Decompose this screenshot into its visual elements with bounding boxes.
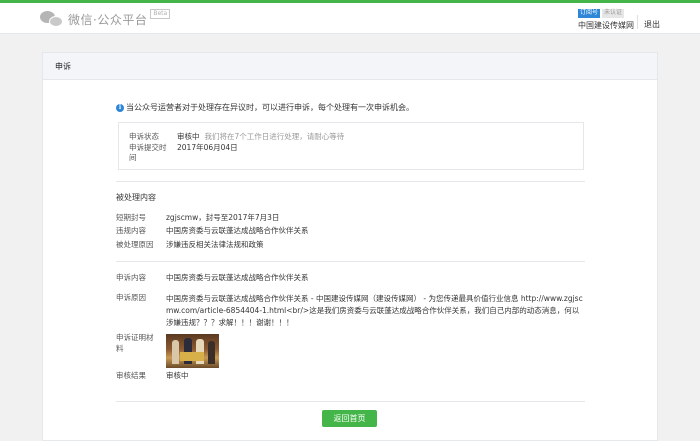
- submit-time-label: 申诉提交时间: [129, 143, 167, 162]
- appeal-status-box: 申诉状态 审核中 我们将在7个工作日进行处理，请耐心等待 申诉提交时间 2017年…: [118, 122, 584, 170]
- top-header: 微信·公众平台 Beta 订阅号 未认证 中国建设传媒网 退出: [0, 3, 700, 34]
- submit-time-value: 2017年06月04日: [177, 143, 238, 152]
- appeal-content-label: 申诉内容: [116, 273, 146, 282]
- evidence-photo[interactable]: [166, 334, 219, 368]
- notice-text: 当公众号运营者对于处理存在异议时，可以进行申诉，每个处理有一次申诉机会。: [126, 103, 414, 112]
- back-home-button[interactable]: 返回首页: [322, 410, 377, 427]
- violation-content-link[interactable]: 中国房资委与云联蓬达成战略合作伙伴关系: [166, 226, 309, 236]
- subscription-badge: 订阅号: [578, 9, 601, 18]
- logo-text: 微信·公众平台: [68, 12, 148, 27]
- processed-reason-label: 被处理原因: [116, 240, 154, 249]
- ban-value: zgjscmw，封号至2017年7月3日: [166, 213, 280, 222]
- appeal-reason-text: 中国房资委与云联蓬达成战略合作伙伴关系 - 中国建设传媒网（建设传媒网） - 为…: [166, 294, 583, 327]
- account-name[interactable]: 中国建设传媒网: [578, 20, 634, 31]
- evidence-label: 申诉证明材料: [116, 333, 154, 353]
- section-divider: [116, 401, 585, 402]
- beta-badge: Beta: [150, 9, 171, 19]
- status-value-wrap: 审核中 我们将在7个工作日进行处理，请耐心等待: [177, 132, 344, 142]
- header-divider: [637, 15, 638, 29]
- status-tip: 我们将在7个工作日进行处理，请耐心等待: [204, 132, 345, 141]
- notice-message: i 当公众号运营者对于处理存在异议时，可以进行申诉，每个处理有一次申诉机会。: [116, 102, 414, 113]
- processed-section-title: 被处理内容: [116, 193, 156, 202]
- ban-label: 短期封号: [116, 213, 146, 222]
- violation-content-label: 违规内容: [116, 226, 146, 235]
- status-label: 申诉状态: [129, 132, 159, 141]
- appeal-content-link[interactable]: 中国房资委与云联蓬达成战略合作伙伴关系: [166, 273, 309, 283]
- section-divider: [116, 181, 585, 182]
- result-value: 审核中: [166, 371, 189, 380]
- panel-title: 申诉: [43, 53, 657, 80]
- info-icon: i: [116, 103, 124, 112]
- wechat-logo[interactable]: 微信·公众平台 Beta: [40, 9, 171, 29]
- account-info[interactable]: 订阅号 未认证 中国建设传媒网: [578, 9, 634, 31]
- logout-link[interactable]: 退出: [644, 19, 660, 30]
- result-label: 审核结果: [116, 371, 146, 380]
- appeal-panel: 申诉 i 当公众号运营者对于处理存在异议时，可以进行申诉，每个处理有一次申诉机会…: [42, 52, 658, 441]
- appeal-reason-label: 申诉原因: [116, 293, 146, 302]
- status-value: 审核中: [177, 132, 200, 141]
- processed-reason-value: 涉嫌违反相关法律法规和政策: [166, 240, 264, 249]
- unverified-badge: 未认证: [602, 9, 625, 18]
- wechat-icon: [40, 10, 64, 28]
- section-divider: [116, 261, 585, 262]
